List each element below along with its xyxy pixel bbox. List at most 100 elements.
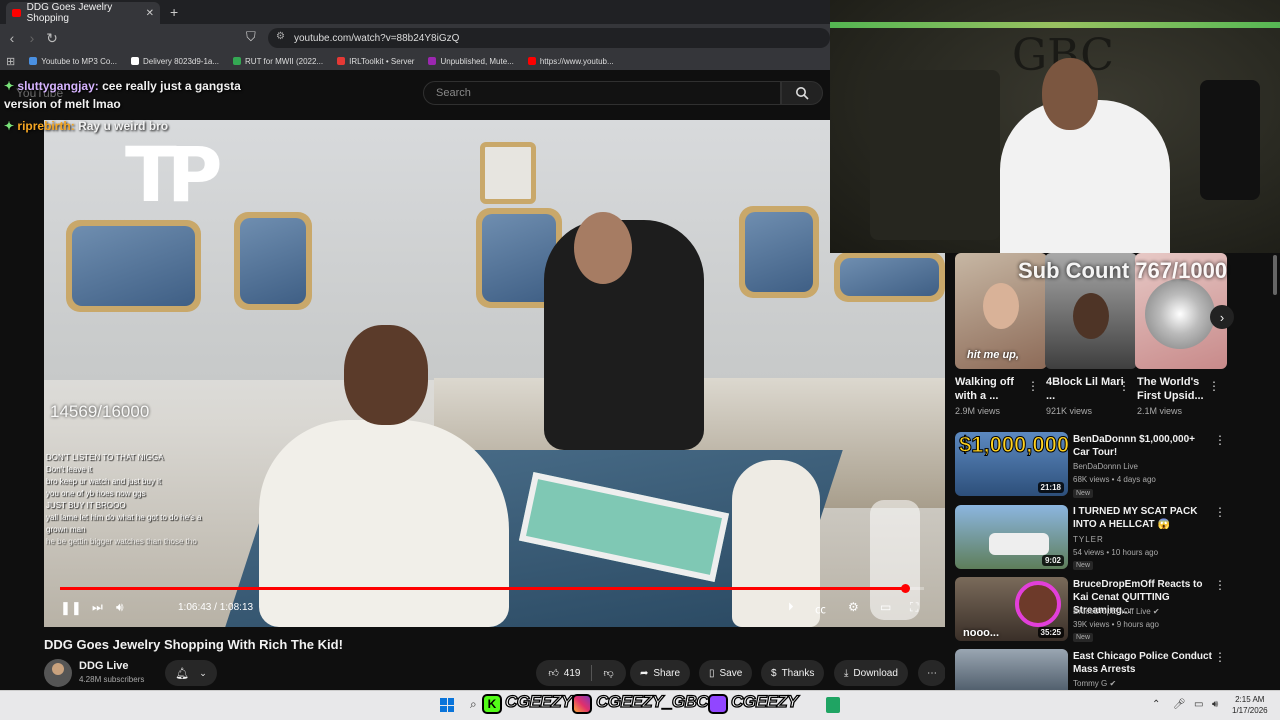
back-icon[interactable]: ‹ bbox=[2, 30, 22, 46]
network-icon[interactable]: ▭ bbox=[1194, 699, 1203, 710]
channel-name[interactable]: Tommy G ✔︎ bbox=[1073, 679, 1116, 688]
seated-person-head bbox=[344, 325, 428, 425]
video-menu-icon[interactable]: ⋮ bbox=[1214, 578, 1226, 592]
chat-text: Ray u weird bro bbox=[78, 119, 169, 133]
search-button[interactable] bbox=[781, 81, 823, 105]
bookmark-item[interactable]: https://www.youtub... bbox=[527, 57, 614, 66]
download-button[interactable]: ⤓ Download bbox=[834, 660, 908, 686]
twitch-handle: CGEEZY bbox=[730, 691, 799, 711]
video-meta: 39K views • 9 hours ago bbox=[1073, 620, 1159, 629]
short-face bbox=[983, 283, 1019, 329]
channel-name[interactable]: TYLER bbox=[1073, 535, 1104, 544]
bookmark-item[interactable]: Youtube to MP3 Co... bbox=[29, 57, 117, 66]
subscriber-count: 4.28M subscribers bbox=[79, 675, 145, 684]
browser-tab[interactable]: DDG Goes Jewelry Shopping ✕ bbox=[6, 2, 160, 24]
video-thumbnail[interactable]: $1,000,000 21:18 bbox=[955, 432, 1068, 496]
windows-start-icon[interactable] bbox=[440, 698, 454, 712]
new-badge: New bbox=[1073, 489, 1094, 498]
video-thumbnail[interactable]: nooo... 35:25 bbox=[955, 577, 1068, 641]
autoplay-toggle-icon[interactable]: ⏵ bbox=[788, 601, 794, 614]
new-badge: New bbox=[1073, 561, 1094, 570]
forward-icon[interactable]: › bbox=[22, 30, 42, 46]
subscribe-notification-button[interactable]: 🔔︎ ⌄ bbox=[165, 660, 217, 686]
chat-message: bro keep ur watch and just buy it bbox=[46, 477, 162, 486]
app-icon[interactable] bbox=[826, 697, 840, 713]
embedded-chat: DON'T LISTEN TO THAT NIGGA Don't leave i… bbox=[46, 452, 206, 548]
shorts-next-button[interactable]: › bbox=[1210, 305, 1234, 329]
volume-icon[interactable]: 🔊︎ bbox=[116, 600, 124, 615]
theater-mode-icon[interactable]: ▭ bbox=[880, 600, 891, 614]
speaker-icon[interactable]: 🔊︎ bbox=[1212, 699, 1218, 710]
apps-grid-icon[interactable]: ⊞ bbox=[6, 55, 15, 68]
share-button[interactable]: ➦ Share bbox=[630, 660, 691, 686]
chat-message: JUST BUY IT BROOO bbox=[46, 501, 126, 510]
like-button[interactable]: 👍︎ 419 👎︎ bbox=[536, 660, 626, 686]
channel-avatar[interactable] bbox=[44, 659, 72, 687]
instagram-handle: CGEEZY_GBC bbox=[595, 691, 709, 711]
video-title[interactable]: I TURNED MY SCAT PACK INTO A HELLCAT 😱 bbox=[1073, 505, 1213, 531]
chevron-right-icon: › bbox=[1219, 309, 1225, 325]
video-thumbnail[interactable] bbox=[955, 649, 1068, 690]
tray-chevron-icon[interactable]: ⌃ bbox=[1152, 699, 1160, 710]
fullscreen-icon[interactable]: ⛶ bbox=[910, 600, 918, 615]
pause-icon[interactable]: ❚❚ bbox=[60, 600, 82, 616]
bookmark-item[interactable]: IRLToolkit • Server bbox=[337, 57, 414, 66]
more-icon: ⋯ bbox=[927, 667, 937, 679]
video-menu-icon[interactable]: ⋮ bbox=[1214, 505, 1226, 519]
video-title: DDG Goes Jewelry Shopping With Rich The … bbox=[44, 637, 343, 652]
twitch-icon bbox=[708, 694, 728, 714]
address-bar[interactable]: ⚙ youtube.com/watch?v=88b24Y8iGzQ bbox=[268, 28, 830, 48]
thumbs-up-icon: 👍︎ bbox=[548, 668, 559, 679]
short-title[interactable]: The World's First Upsid... bbox=[1137, 375, 1217, 403]
microphone-icon[interactable]: 🎤︎ bbox=[1173, 699, 1186, 710]
sidebar-scrollbar[interactable] bbox=[1273, 255, 1277, 295]
bookmark-favicon-icon bbox=[29, 57, 38, 65]
new-badge: New bbox=[1073, 633, 1094, 642]
video-duration: 35:25 bbox=[1037, 627, 1064, 638]
video-title[interactable]: East Chicago Police Conduct Mass Arrests bbox=[1073, 650, 1213, 676]
short-menu-icon[interactable]: ⋮ bbox=[1118, 379, 1130, 393]
video-menu-icon[interactable]: ⋮ bbox=[1214, 650, 1226, 664]
channel-name[interactable]: BruceDropEmOff Live ✔︎ bbox=[1073, 607, 1160, 616]
save-button[interactable]: ▯ Save bbox=[699, 660, 753, 686]
short-title[interactable]: Walking off with a ... bbox=[955, 375, 1035, 403]
led-strip bbox=[830, 22, 1280, 28]
verified-icon: ✔︎ bbox=[1109, 679, 1117, 688]
short-menu-icon[interactable]: ⋮ bbox=[1208, 379, 1220, 393]
bookmarks-bar: ⊞ Youtube to MP3 Co... Delivery 8023d9-1… bbox=[0, 52, 830, 70]
overlay-chat-message: ✦ sluttygangjay: cee really just a gangs… bbox=[4, 77, 284, 113]
video-title[interactable]: BenDaDonnn $1,000,000+ Car Tour! bbox=[1073, 433, 1213, 459]
taskbar-search-icon[interactable]: ⌕ bbox=[470, 697, 477, 712]
streamer-face bbox=[1015, 581, 1061, 627]
url-text: youtube.com/watch?v=88b24Y8iGzQ bbox=[294, 32, 460, 44]
site-info-icon[interactable]: ⚙ bbox=[276, 31, 285, 42]
tab-title: DDG Goes Jewelry Shopping bbox=[26, 2, 113, 24]
close-tab-icon[interactable]: ✕ bbox=[146, 8, 154, 19]
reload-icon[interactable]: ↻ bbox=[42, 30, 62, 47]
short-views: 2.9M views bbox=[955, 406, 1001, 416]
video-thumbnail[interactable]: 9:02 bbox=[955, 505, 1068, 569]
bookmark-favicon-icon bbox=[428, 57, 437, 65]
bookmark-favicon-icon bbox=[527, 57, 536, 65]
progress-scrubber[interactable] bbox=[901, 584, 910, 593]
progress-bar-played[interactable] bbox=[60, 587, 905, 590]
download-icon: ⤓ bbox=[844, 667, 849, 679]
bookmark-item[interactable]: RUT for MWII (2022... bbox=[233, 57, 323, 66]
thanks-button[interactable]: $ Thanks bbox=[761, 660, 825, 686]
bookmark-item[interactable]: Unpublished, Mute... bbox=[428, 57, 514, 66]
clock-time: 2:15 AM bbox=[1235, 695, 1265, 704]
bookmark-icon[interactable]: ⛉ bbox=[246, 29, 256, 45]
video-menu-icon[interactable]: ⋮ bbox=[1214, 433, 1226, 447]
channel-name[interactable]: DDG Live bbox=[79, 660, 129, 672]
bookmark-item[interactable]: Delivery 8023d9-1a... bbox=[130, 57, 219, 66]
channel-name[interactable]: BenDaDonnn Live bbox=[1073, 462, 1138, 471]
new-tab-icon[interactable]: + bbox=[170, 4, 178, 20]
subtitles-icon[interactable]: ㏄ bbox=[815, 601, 826, 617]
system-clock[interactable]: 2:15 AM 1/17/2026 bbox=[1232, 694, 1268, 716]
next-icon[interactable]: ⏭ bbox=[92, 600, 103, 615]
short-title[interactable]: 4Block Lil Mari ... bbox=[1046, 375, 1126, 403]
short-menu-icon[interactable]: ⋮ bbox=[1027, 379, 1039, 393]
settings-gear-icon[interactable]: ⚙ bbox=[848, 600, 859, 614]
search-input[interactable]: Search bbox=[423, 81, 781, 105]
more-actions-button[interactable]: ⋯ bbox=[918, 660, 946, 686]
